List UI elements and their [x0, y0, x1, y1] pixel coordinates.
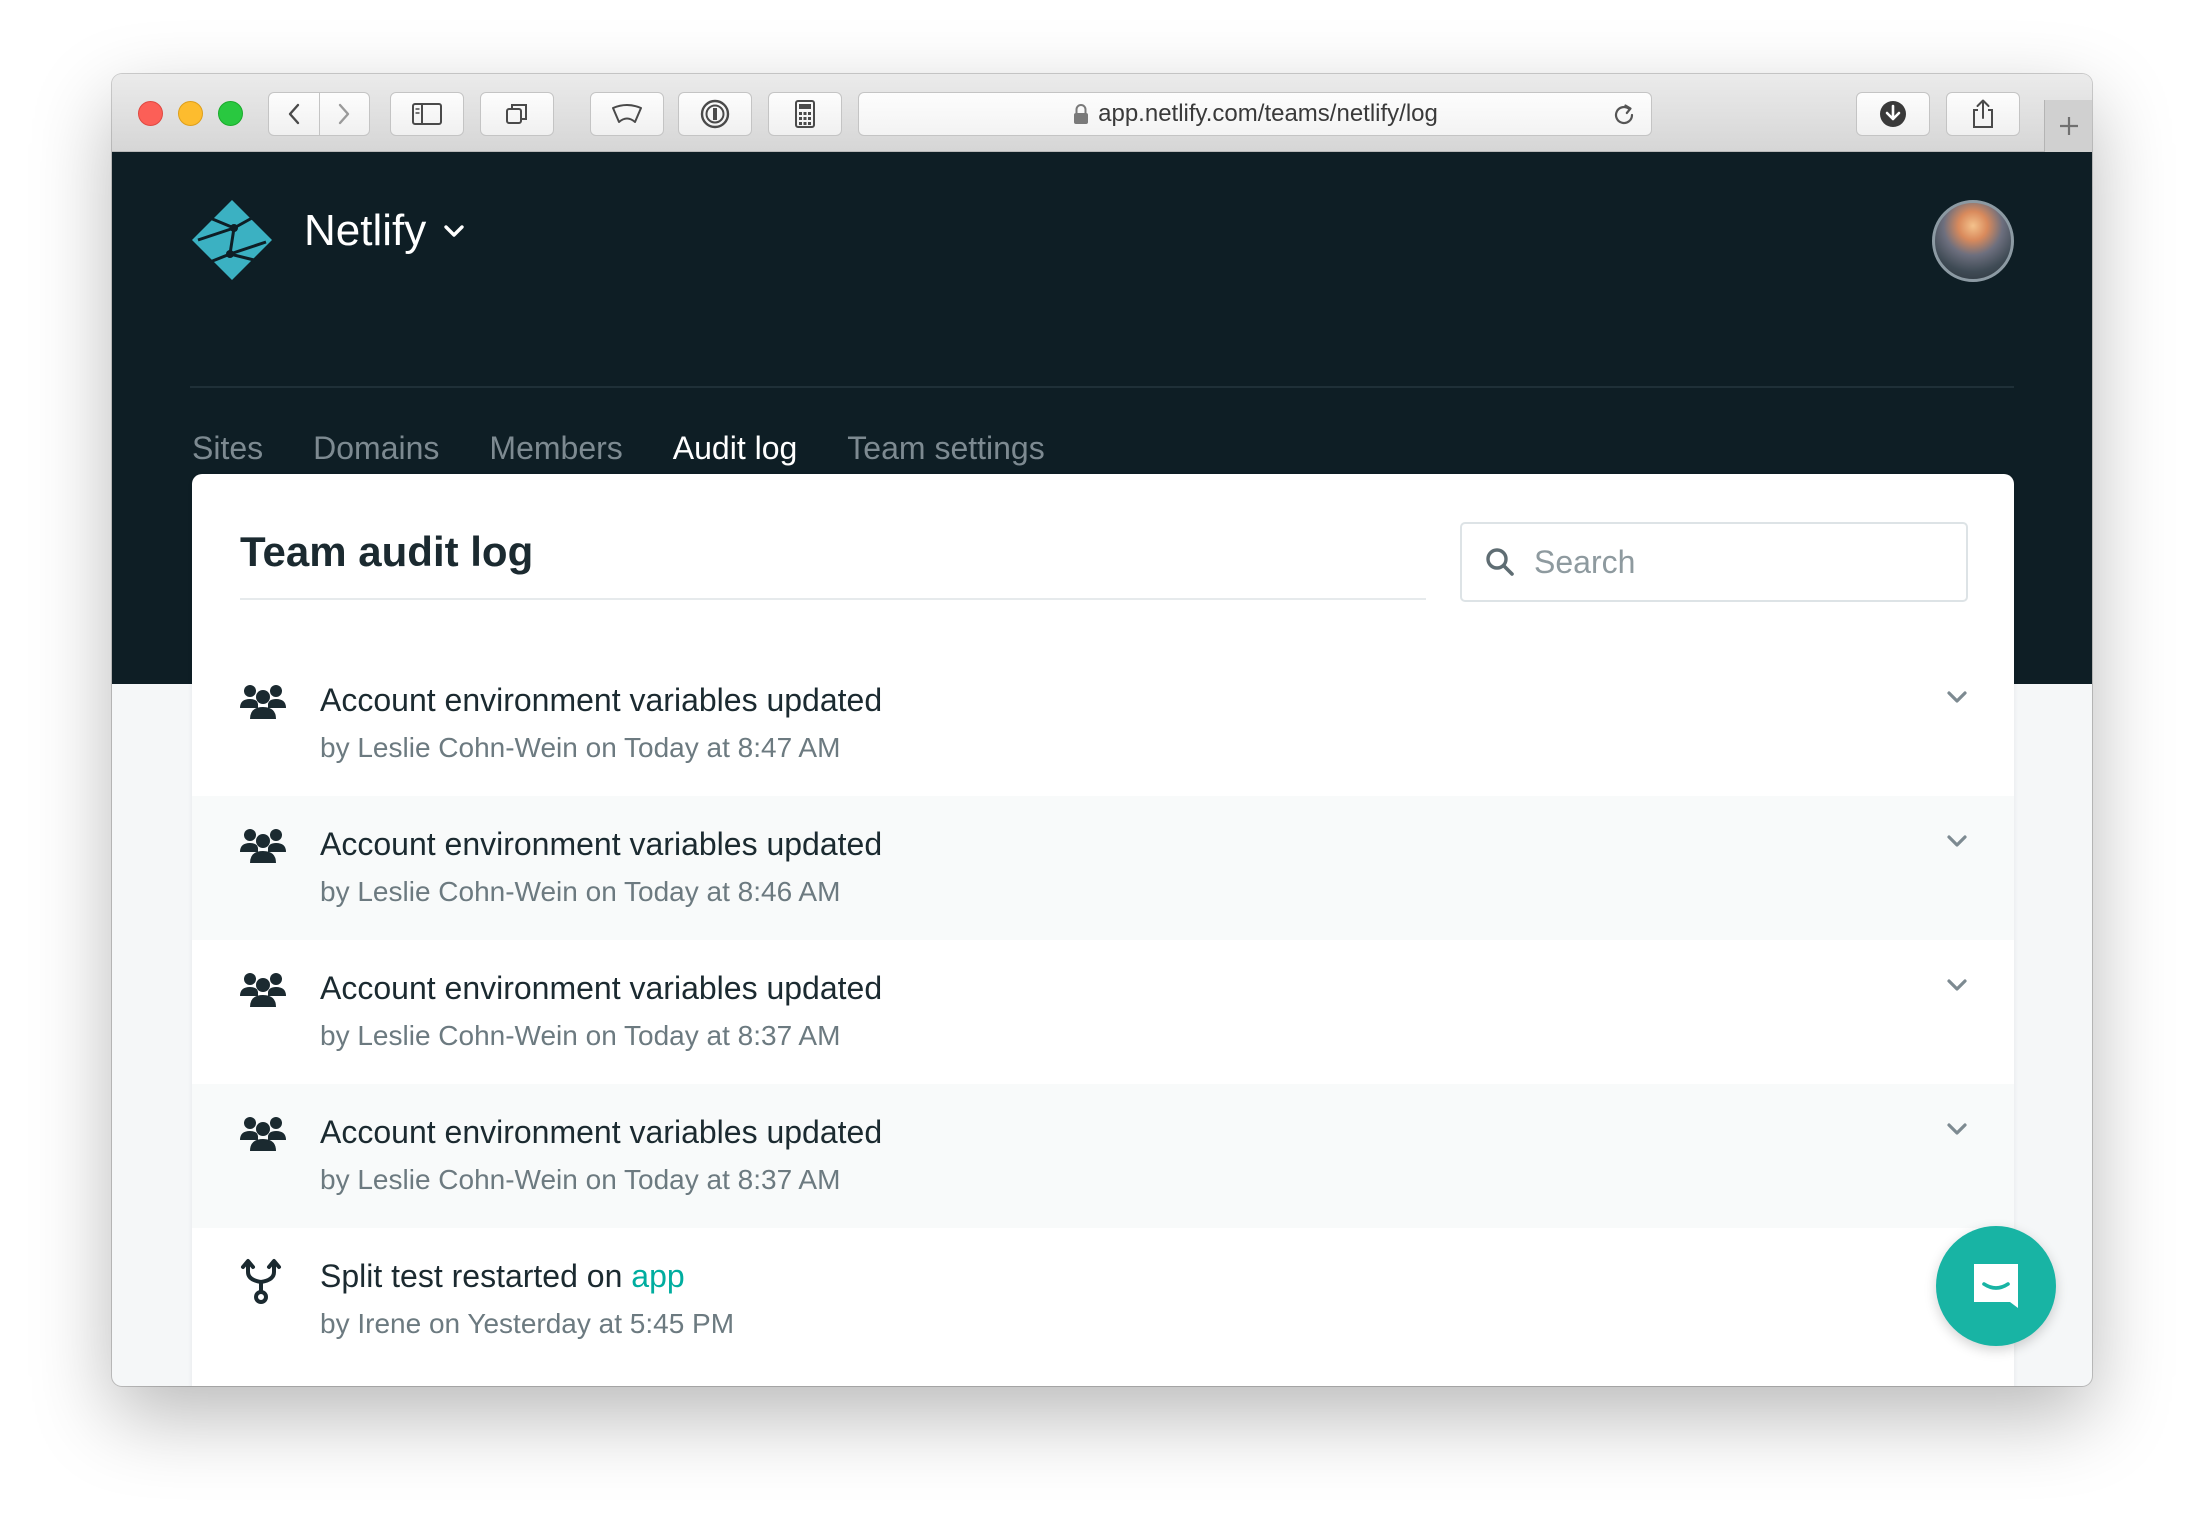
team-name: Netlify	[304, 206, 427, 255]
zoom-window-button[interactable]	[218, 101, 243, 126]
downloads-button[interactable]	[1856, 92, 1930, 136]
log-entry-meta: by Leslie Cohn-Wein on Today at 8:47 AM	[320, 732, 841, 763]
team-icon	[240, 829, 286, 863]
chevron-down-icon	[444, 225, 464, 237]
calculator-extension-button[interactable]	[768, 92, 842, 136]
lock-icon	[1074, 104, 1089, 124]
history-navigation	[268, 92, 370, 136]
header-divider	[190, 386, 2014, 388]
log-entry-title: Split test restarted on app	[320, 1258, 685, 1295]
pocket-button[interactable]	[590, 92, 664, 136]
new-tab-button[interactable]	[2044, 100, 2092, 152]
log-entry[interactable]: Account environment variables updated by…	[192, 940, 2014, 1084]
chat-icon	[1974, 1264, 2018, 1308]
download-icon	[1880, 101, 1906, 127]
log-entry-meta: by Leslie Cohn-Wein on Today at 8:37 AM	[320, 1164, 841, 1195]
log-entry-title: Account environment variables updated	[320, 970, 883, 1006]
site-link[interactable]: app	[631, 1258, 684, 1294]
address-bar[interactable]: app.netlify.com/teams/netlify/log	[858, 92, 1652, 136]
search-box[interactable]	[1460, 522, 1968, 602]
tab-overview-button[interactable]	[480, 92, 554, 136]
team-nav-tabs: Sites Domains Members Audit log Team set…	[192, 430, 1045, 467]
log-entry[interactable]: Account environment variables updated by…	[192, 652, 2014, 796]
user-avatar[interactable]	[1932, 200, 2014, 282]
reload-icon[interactable]	[1611, 102, 1637, 128]
plus-icon	[2059, 117, 2078, 135]
chevron-down-icon[interactable]	[1944, 1120, 1970, 1138]
log-entry-meta: by Leslie Cohn-Wein on Today at 8:46 AM	[320, 876, 841, 907]
browser-window: app.netlify.com/teams/netlify/log Netlif…	[112, 74, 2092, 1386]
password-manager-button[interactable]	[678, 92, 752, 136]
log-entry-title: Account environment variables updated	[320, 682, 883, 718]
url-text: app.netlify.com/teams/netlify/log	[1098, 100, 1438, 127]
browser-toolbar: app.netlify.com/teams/netlify/log	[112, 74, 2092, 152]
chevron-right-icon	[339, 103, 350, 125]
log-entry-meta: by Irene on Yesterday at 5:45 PM	[320, 1308, 735, 1339]
tab-domains[interactable]: Domains	[313, 430, 439, 467]
title-divider	[240, 598, 1426, 600]
audit-log-list: Account environment variables updated by…	[192, 652, 2014, 1372]
split-test-icon	[241, 1259, 281, 1304]
log-entry-meta: by Leslie Cohn-Wein on Today at 8:37 AM	[320, 1020, 841, 1051]
tab-sites[interactable]: Sites	[192, 430, 263, 467]
chevron-down-icon[interactable]	[1944, 688, 1970, 706]
sidebar-icon	[412, 103, 442, 125]
back-button[interactable]	[269, 93, 319, 135]
tab-overview-icon	[506, 104, 527, 124]
tab-team-settings[interactable]: Team settings	[847, 430, 1044, 467]
log-entry[interactable]: Split test restarted on app by Irene on …	[192, 1228, 2014, 1372]
chevron-down-icon[interactable]	[1944, 832, 1970, 850]
team-icon	[240, 685, 286, 719]
team-icon	[240, 973, 286, 1007]
chevron-left-icon	[288, 103, 299, 125]
sidebar-button[interactable]	[390, 92, 464, 136]
close-window-button[interactable]	[138, 101, 163, 126]
calculator-icon	[795, 100, 815, 128]
page-title: Team audit log	[240, 528, 534, 575]
tab-audit-log[interactable]: Audit log	[673, 430, 798, 467]
audit-log-card: Team audit log Account environment varia…	[192, 474, 2014, 1386]
log-entry-title: Account environment variables updated	[320, 826, 883, 862]
search-input[interactable]	[1534, 543, 1934, 581]
share-icon	[1973, 99, 1993, 128]
team-icon	[240, 1117, 286, 1151]
log-entry[interactable]: Account environment variables updated by…	[192, 796, 2014, 940]
share-button[interactable]	[1946, 92, 2020, 136]
log-entry-title: Account environment variables updated	[320, 1114, 883, 1150]
team-switcher[interactable]: Netlify	[304, 206, 466, 256]
log-entry-title-text: Split test restarted on	[320, 1258, 623, 1294]
log-entry[interactable]: Account environment variables updated by…	[192, 1084, 2014, 1228]
chat-support-button[interactable]	[1936, 1226, 2056, 1346]
password-manager-icon	[700, 99, 730, 129]
pocket-icon	[612, 104, 642, 123]
forward-button[interactable]	[318, 93, 370, 135]
minimize-window-button[interactable]	[178, 101, 203, 126]
tab-members[interactable]: Members	[489, 430, 622, 467]
search-icon	[1486, 548, 1514, 576]
netlify-logo-icon[interactable]	[190, 198, 274, 282]
chevron-down-icon[interactable]	[1944, 976, 1970, 994]
